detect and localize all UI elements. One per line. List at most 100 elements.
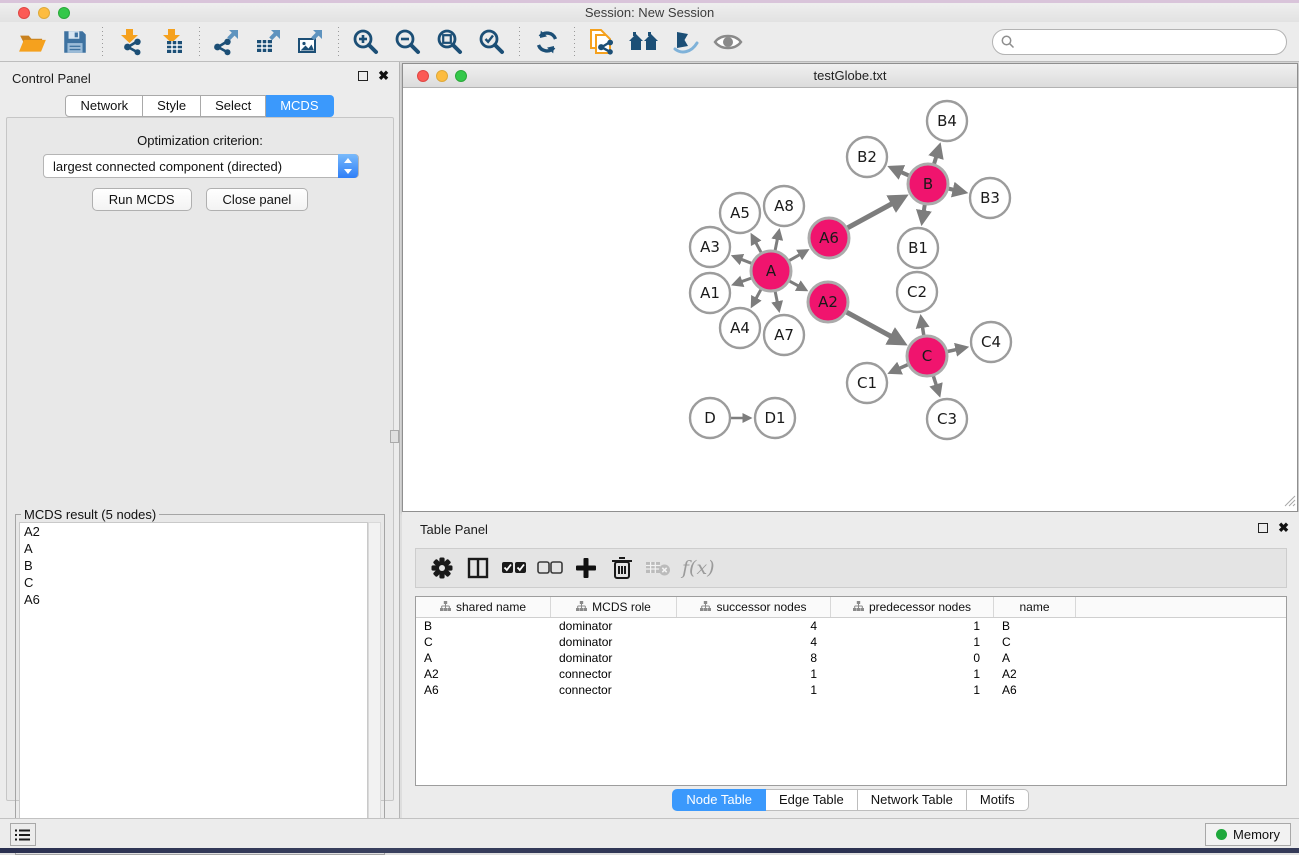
- table-row[interactable]: A2connector11A2: [416, 666, 1286, 682]
- add-column-icon[interactable]: [568, 551, 604, 585]
- node-table[interactable]: shared nameMCDS rolesuccessor nodesprede…: [415, 596, 1287, 786]
- mcds-result-list[interactable]: A2ABCA6: [19, 522, 368, 851]
- result-scrollbar[interactable]: [368, 522, 381, 851]
- show-columns-icon[interactable]: [460, 551, 496, 585]
- edge-C-C1[interactable]: [898, 365, 908, 369]
- tab-select[interactable]: Select: [201, 95, 266, 117]
- column-header-shared-name[interactable]: shared name: [416, 597, 551, 617]
- import-table-icon[interactable]: [155, 25, 189, 59]
- node-B4[interactable]: B4: [927, 101, 967, 141]
- deselect-all-rows-icon[interactable]: [532, 551, 568, 585]
- edge-C-C3[interactable]: [933, 376, 936, 386]
- run-mcds-button[interactable]: Run MCDS: [92, 188, 192, 211]
- node-C1[interactable]: C1: [847, 363, 887, 403]
- close-table-panel-icon[interactable]: ✖: [1278, 523, 1289, 533]
- memory-button[interactable]: Memory: [1205, 823, 1291, 846]
- tab-mcds[interactable]: MCDS: [266, 95, 333, 117]
- node-B2[interactable]: B2: [847, 137, 887, 177]
- zoom-in-icon[interactable]: [349, 25, 383, 59]
- table-row[interactable]: Bdominator41B: [416, 618, 1286, 634]
- export-image-icon[interactable]: [294, 25, 328, 59]
- network-from-file-icon[interactable]: [585, 25, 619, 59]
- show-panels-button[interactable]: [10, 823, 36, 846]
- edge-A-A8[interactable]: [775, 238, 777, 250]
- node-B[interactable]: B: [908, 164, 948, 204]
- float-panel-icon[interactable]: [358, 71, 368, 81]
- node-A4[interactable]: A4: [720, 308, 760, 348]
- tab-network-table[interactable]: Network Table: [858, 789, 967, 811]
- node-B1[interactable]: B1: [898, 228, 938, 268]
- result-item[interactable]: B: [20, 557, 367, 574]
- zoom-out-icon[interactable]: [391, 25, 425, 59]
- hide-selected-icon[interactable]: [669, 25, 703, 59]
- table-row[interactable]: Adominator80A: [416, 650, 1286, 666]
- delete-table-icon[interactable]: [640, 551, 676, 585]
- import-network-icon[interactable]: [113, 25, 147, 59]
- result-item[interactable]: C: [20, 574, 367, 591]
- node-C2[interactable]: C2: [897, 272, 937, 312]
- table-settings-icon[interactable]: [424, 551, 460, 585]
- delete-columns-icon[interactable]: [604, 551, 640, 585]
- edge-B-B1[interactable]: [924, 205, 925, 213]
- column-header-predecessor-nodes[interactable]: predecessor nodes: [831, 597, 994, 617]
- edge-A-A1[interactable]: [741, 278, 752, 282]
- tab-node-table[interactable]: Node Table: [672, 789, 766, 811]
- node-A2[interactable]: A2: [808, 282, 848, 322]
- edge-A-A4[interactable]: [756, 289, 761, 299]
- show-all-icon[interactable]: [711, 25, 745, 59]
- edge-B-B2[interactable]: [900, 171, 909, 175]
- tab-network[interactable]: Network: [65, 95, 143, 117]
- tab-edge-table[interactable]: Edge Table: [766, 789, 858, 811]
- edge-B-B3[interactable]: [948, 189, 955, 190]
- export-network-icon[interactable]: [210, 25, 244, 59]
- edge-A-A2[interactable]: [789, 281, 799, 286]
- float-table-panel-icon[interactable]: [1258, 523, 1268, 533]
- refresh-icon[interactable]: [530, 25, 564, 59]
- save-session-icon[interactable]: [58, 25, 92, 59]
- edge-C-C2[interactable]: [922, 326, 923, 335]
- export-table-icon[interactable]: [252, 25, 286, 59]
- network-window-titlebar[interactable]: testGlobe.txt: [403, 64, 1297, 88]
- zoom-fit-icon[interactable]: [433, 25, 467, 59]
- result-item[interactable]: A6: [20, 591, 367, 608]
- node-A1[interactable]: A1: [690, 273, 730, 313]
- edge-A6-B[interactable]: [847, 203, 893, 228]
- table-row[interactable]: A6connector11A6: [416, 682, 1286, 698]
- zoom-selected-icon[interactable]: [475, 25, 509, 59]
- node-A6[interactable]: A6: [809, 218, 849, 258]
- result-item[interactable]: A2: [20, 523, 367, 540]
- edge-A2-C[interactable]: [846, 312, 892, 337]
- node-A8[interactable]: A8: [764, 186, 804, 226]
- node-A5[interactable]: A5: [720, 193, 760, 233]
- tab-motifs[interactable]: Motifs: [967, 789, 1029, 811]
- node-A[interactable]: A: [751, 251, 791, 291]
- node-C[interactable]: C: [907, 336, 947, 376]
- optimization-criterion-dropdown[interactable]: largest connected component (directed): [43, 154, 359, 178]
- vertical-splitter-grip[interactable]: [390, 430, 399, 443]
- node-A7[interactable]: A7: [764, 315, 804, 355]
- column-header-MCDS-role[interactable]: MCDS role: [551, 597, 677, 617]
- open-file-icon[interactable]: [16, 25, 50, 59]
- node-D[interactable]: D: [690, 398, 730, 438]
- node-C3[interactable]: C3: [927, 399, 967, 439]
- edge-A-A6[interactable]: [789, 254, 800, 260]
- edge-A-A5[interactable]: [755, 242, 761, 253]
- node-A3[interactable]: A3: [690, 227, 730, 267]
- edge-C-C4[interactable]: [948, 349, 958, 351]
- column-header-successor-nodes[interactable]: successor nodes: [677, 597, 831, 617]
- close-panel-button[interactable]: Close panel: [206, 188, 309, 211]
- edge-A-A7[interactable]: [775, 292, 777, 303]
- resize-grip-icon[interactable]: [1283, 494, 1296, 510]
- edge-A-A3[interactable]: [740, 259, 751, 263]
- node-D1[interactable]: D1: [755, 398, 795, 438]
- search-input[interactable]: [992, 29, 1287, 55]
- close-panel-icon[interactable]: ✖: [378, 71, 389, 81]
- node-B3[interactable]: B3: [970, 178, 1010, 218]
- network-canvas[interactable]: B4 B2 B B3 A5A8A6 A3 A B1 A1 C2 A2 A4A7 C4 C C1 C3 D D1: [403, 89, 1297, 511]
- first-neighbors-icon[interactable]: [627, 25, 661, 59]
- result-item[interactable]: A: [20, 540, 367, 557]
- node-C4[interactable]: C4: [971, 322, 1011, 362]
- table-row[interactable]: Cdominator41C: [416, 634, 1286, 650]
- column-header-name[interactable]: name: [994, 597, 1076, 617]
- edge-B-B4[interactable]: [934, 155, 937, 164]
